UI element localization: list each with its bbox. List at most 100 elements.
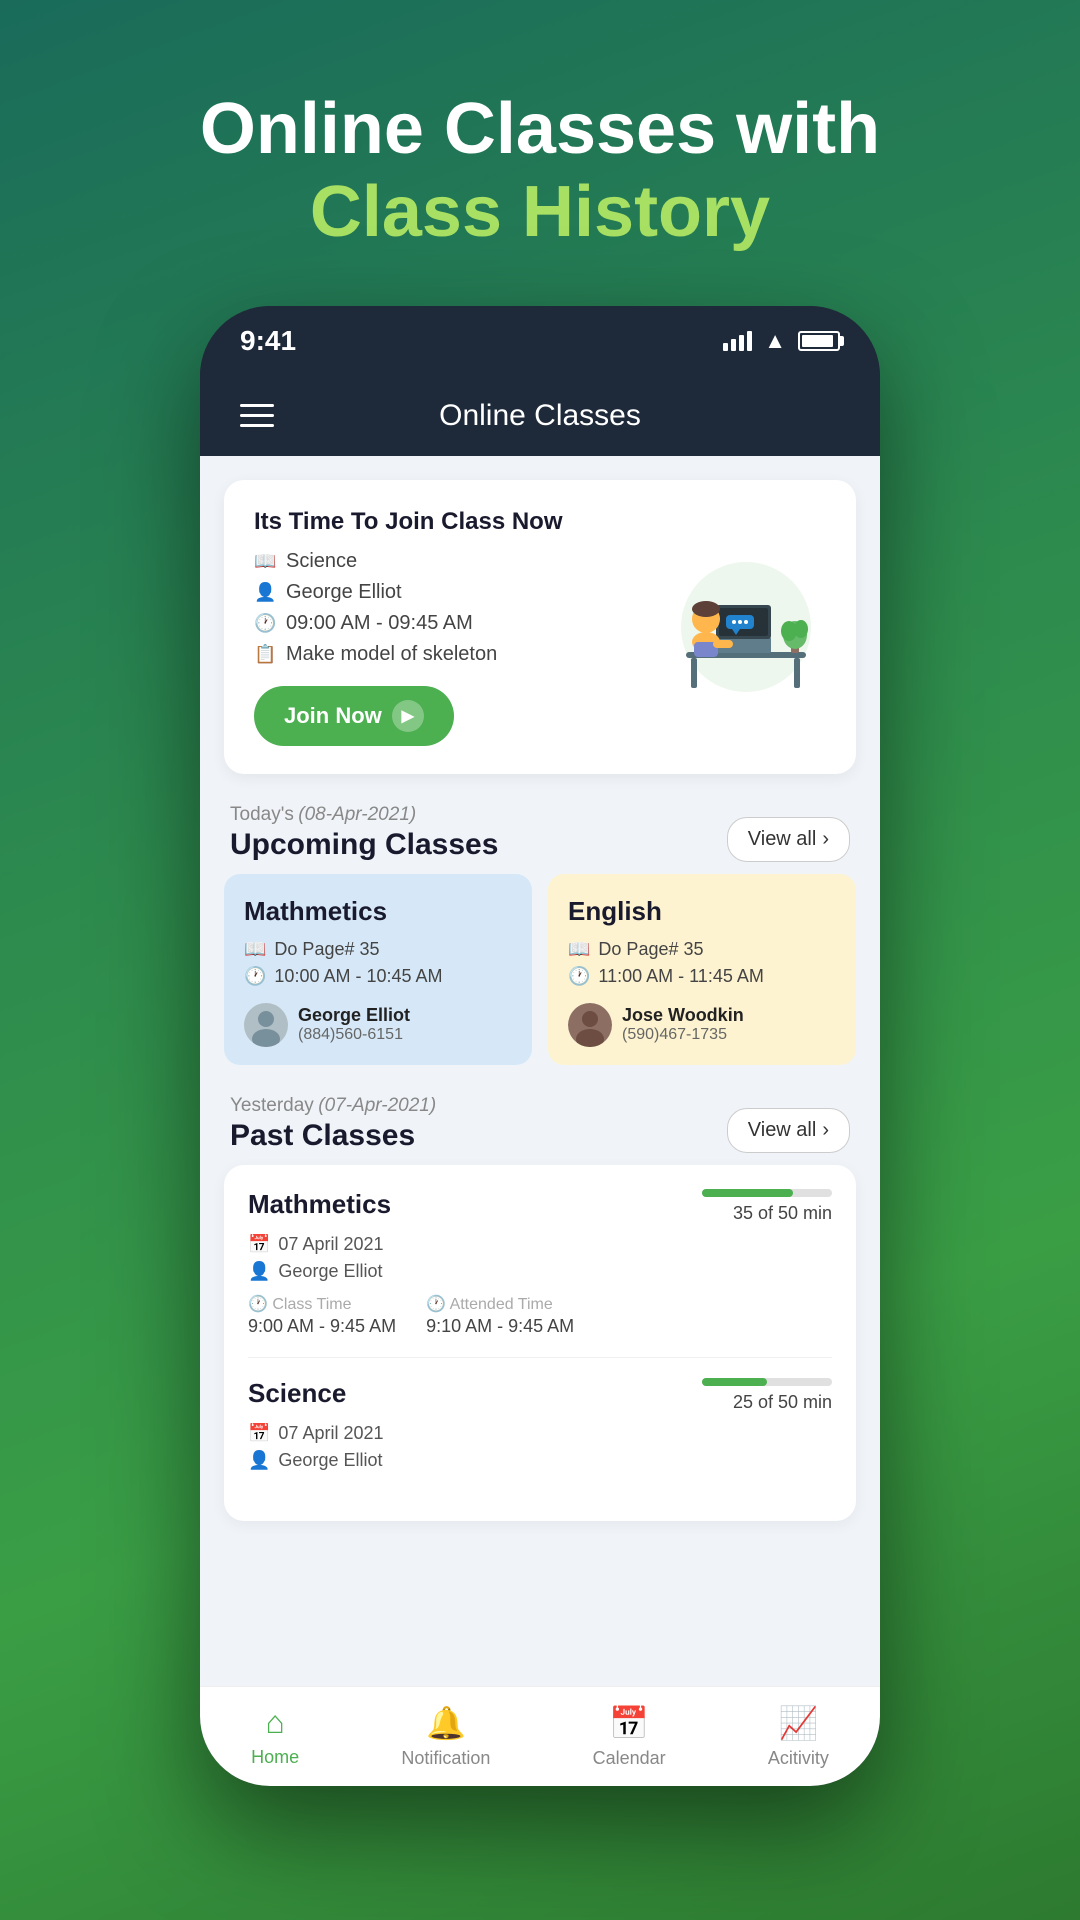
wifi-icon: ▲ bbox=[764, 328, 786, 354]
past-math-progress-bar bbox=[702, 1189, 832, 1197]
nav-item-notification[interactable]: 🔔 Notification bbox=[401, 1704, 490, 1769]
desk-illustration bbox=[636, 547, 826, 707]
english-task-icon: 📖 bbox=[568, 939, 590, 960]
past-science-teacher: George Elliot bbox=[278, 1450, 382, 1471]
past-math-teacher-row: 👤 George Elliot bbox=[248, 1261, 832, 1282]
header-title: Online Classes bbox=[439, 399, 641, 433]
math-task-icon: 📖 bbox=[244, 939, 266, 960]
english-class-name: English bbox=[568, 896, 836, 927]
past-classes-card: Mathmetics 35 of 50 min 📅 07 April 2021 bbox=[224, 1165, 856, 1521]
join-subject: Science bbox=[286, 550, 357, 573]
past-science-date-row: 📅 07 April 2021 bbox=[248, 1423, 832, 1444]
english-time: 11:00 AM - 11:45 AM bbox=[598, 966, 763, 987]
past-science-teacher-row: 👤 George Elliot bbox=[248, 1450, 832, 1471]
past-math-attended-time: 9:10 AM - 9:45 AM bbox=[426, 1316, 574, 1336]
join-task: Make model of skeleton bbox=[286, 643, 497, 666]
past-title: Past Classes bbox=[230, 1119, 436, 1153]
nav-home-label: Home bbox=[251, 1747, 299, 1768]
english-teacher-phone: (590)467-1735 bbox=[622, 1026, 744, 1044]
math-time: 10:00 AM - 10:45 AM bbox=[274, 966, 442, 987]
past-science-top: Science 25 of 50 min bbox=[248, 1378, 832, 1413]
bottom-nav: ⌂ Home 🔔 Notification 📅 Calendar 📈 Aciti… bbox=[200, 1686, 880, 1786]
past-math-progress: 35 of 50 min bbox=[702, 1189, 832, 1224]
battery-icon bbox=[798, 331, 840, 351]
calendar-icon: 📅 bbox=[609, 1704, 649, 1742]
home-icon: ⌂ bbox=[265, 1704, 284, 1741]
past-view-all-button[interactable]: View all › bbox=[727, 1108, 850, 1153]
math-teacher-phone: (884)560-6151 bbox=[298, 1026, 410, 1044]
math-clock-icon: 🕐 bbox=[244, 966, 266, 987]
english-class-card[interactable]: English 📖 Do Page# 35 🕐 11:00 AM - 11:45… bbox=[548, 874, 856, 1065]
math-teacher-name: George Elliot bbox=[298, 1005, 410, 1026]
nav-calendar-label: Calendar bbox=[593, 1748, 666, 1769]
past-math-teacher: George Elliot bbox=[278, 1261, 382, 1282]
english-time-row: 🕐 11:00 AM - 11:45 AM bbox=[568, 966, 836, 987]
past-science-date: 07 April 2021 bbox=[278, 1423, 383, 1444]
math-task: Do Page# 35 bbox=[274, 939, 379, 960]
hero-line1: Online Classes with bbox=[200, 90, 880, 169]
clock-icon: 🕐 bbox=[254, 613, 276, 634]
join-btn-label: Join Now bbox=[284, 703, 382, 729]
signal-icon bbox=[723, 331, 752, 351]
past-label: Yesterday bbox=[230, 1095, 314, 1116]
past-section-header: Yesterday (07-Apr-2021) Past Classes Vie… bbox=[200, 1085, 880, 1165]
past-science-name: Science bbox=[248, 1378, 346, 1409]
math-class-card[interactable]: Mathmetics 📖 Do Page# 35 🕐 10:00 AM - 10… bbox=[224, 874, 532, 1065]
upcoming-section-left: Today's (08-Apr-2021) Upcoming Classes bbox=[230, 804, 498, 862]
upcoming-date: (08-Apr-2021) bbox=[298, 804, 416, 825]
join-subject-row: 📖 Science bbox=[254, 550, 626, 573]
past-science-item: Science 25 of 50 min 📅 07 April 2021 bbox=[248, 1378, 832, 1491]
past-math-person-icon: 👤 bbox=[248, 1261, 270, 1282]
past-math-date: 07 April 2021 bbox=[278, 1234, 383, 1255]
past-science-person-icon: 👤 bbox=[248, 1450, 270, 1471]
math-teacher-avatar bbox=[244, 1003, 288, 1047]
join-card-title: Its Time To Join Class Now bbox=[254, 508, 626, 536]
math-task-row: 📖 Do Page# 35 bbox=[244, 939, 512, 960]
past-math-date-row: 📅 07 April 2021 bbox=[248, 1234, 832, 1255]
nav-activity-label: Acitivity bbox=[768, 1748, 829, 1769]
english-task-row: 📖 Do Page# 35 bbox=[568, 939, 836, 960]
math-class-name: Mathmetics bbox=[244, 896, 512, 927]
upcoming-view-all-button[interactable]: View all › bbox=[727, 817, 850, 862]
upcoming-title: Upcoming Classes bbox=[230, 828, 498, 862]
app-header: Online Classes bbox=[200, 376, 880, 456]
nav-item-activity[interactable]: 📈 Acitivity bbox=[768, 1704, 829, 1769]
upcoming-view-all-chevron: › bbox=[822, 828, 829, 851]
hamburger-line bbox=[240, 424, 274, 427]
notification-icon: 🔔 bbox=[426, 1704, 466, 1742]
english-task: Do Page# 35 bbox=[598, 939, 703, 960]
past-science-cal-icon: 📅 bbox=[248, 1423, 270, 1444]
join-time: 09:00 AM - 09:45 AM bbox=[286, 612, 473, 635]
nav-item-home[interactable]: ⌂ Home bbox=[251, 1704, 299, 1768]
join-time-row: 🕐 09:00 AM - 09:45 AM bbox=[254, 612, 626, 635]
past-math-details: 📅 07 April 2021 👤 George Elliot 🕐 Class … bbox=[248, 1234, 832, 1337]
task-icon: 📋 bbox=[254, 644, 276, 665]
hamburger-line bbox=[240, 404, 274, 407]
join-card-left: Its Time To Join Class Now 📖 Science 👤 G… bbox=[254, 508, 626, 746]
past-math-top: Mathmetics 35 of 50 min bbox=[248, 1189, 832, 1224]
book-icon: 📖 bbox=[254, 551, 276, 572]
upcoming-class-cards: Mathmetics 📖 Do Page# 35 🕐 10:00 AM - 10… bbox=[200, 874, 880, 1085]
upcoming-section-header: Today's (08-Apr-2021) Upcoming Classes V… bbox=[200, 794, 880, 874]
join-now-card: Its Time To Join Class Now 📖 Science 👤 G… bbox=[224, 480, 856, 774]
nav-item-calendar[interactable]: 📅 Calendar bbox=[593, 1704, 666, 1769]
english-teacher-row: Jose Woodkin (590)467-1735 bbox=[568, 1003, 836, 1047]
past-science-details: 📅 07 April 2021 👤 George Elliot bbox=[248, 1423, 832, 1471]
join-now-button[interactable]: Join Now ▶ bbox=[254, 686, 454, 746]
hamburger-menu[interactable] bbox=[240, 404, 274, 427]
past-label-row: Yesterday (07-Apr-2021) bbox=[230, 1095, 436, 1117]
hamburger-line bbox=[240, 414, 274, 417]
status-icons: ▲ bbox=[723, 328, 840, 354]
english-teacher-name: Jose Woodkin bbox=[622, 1005, 744, 1026]
past-math-cal-icon: 📅 bbox=[248, 1234, 270, 1255]
phone-content: Its Time To Join Class Now 📖 Science 👤 G… bbox=[200, 456, 880, 1686]
join-task-row: 📋 Make model of skeleton bbox=[254, 643, 626, 666]
past-math-attended-block: 🕐 Attended Time 9:10 AM - 9:45 AM bbox=[426, 1294, 574, 1337]
upcoming-label-row: Today's (08-Apr-2021) bbox=[230, 804, 498, 826]
past-science-progress: 25 of 50 min bbox=[702, 1378, 832, 1413]
past-date: (07-Apr-2021) bbox=[318, 1095, 436, 1116]
past-view-all-label: View all bbox=[748, 1119, 817, 1142]
hero-section: Online Classes with Class History bbox=[200, 90, 880, 256]
past-math-times: 🕐 Class Time 9:00 AM - 9:45 AM 🕐 Attende… bbox=[248, 1294, 832, 1337]
past-science-progress-text: 25 of 50 min bbox=[702, 1392, 832, 1413]
